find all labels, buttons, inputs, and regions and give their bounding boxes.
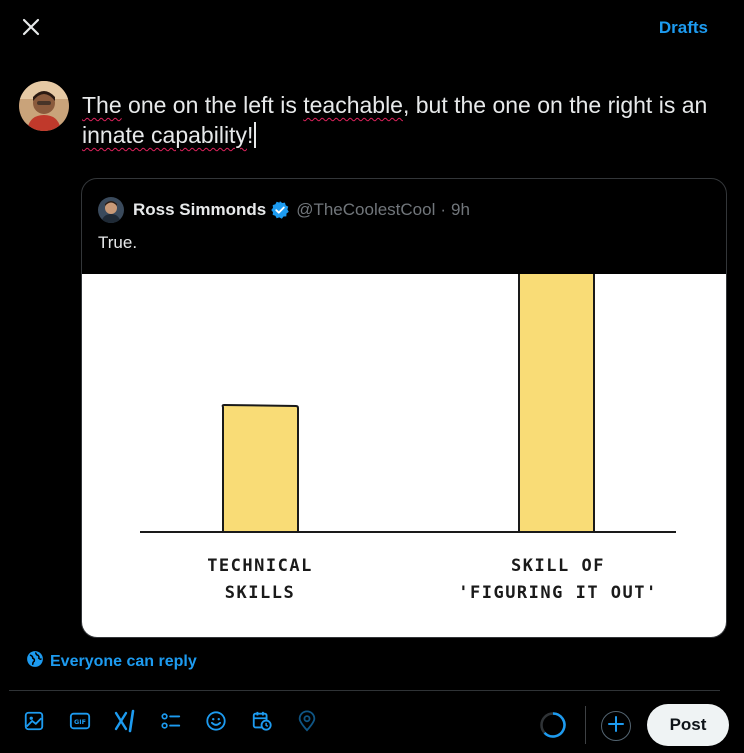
reply-setting-label: Everyone can reply [50, 652, 197, 670]
bar-label-line: SKILLS [225, 583, 295, 603]
media-button[interactable] [21, 710, 47, 736]
add-post-button[interactable] [601, 711, 631, 741]
quoted-post-image[interactable]: TECHNICAL SKILLS SKILL OF 'FIGURING IT O… [82, 271, 726, 637]
schedule-button[interactable] [249, 710, 275, 736]
globe-icon [26, 650, 50, 673]
gif-button[interactable]: GIF [67, 710, 93, 736]
close-icon [21, 17, 41, 42]
close-button[interactable] [14, 12, 48, 46]
location-icon [296, 710, 318, 737]
text-segment: , but the one on the right is an [402, 92, 708, 118]
divider [9, 690, 720, 691]
quoted-author-handle[interactable]: @TheCoolestCool [296, 200, 435, 220]
bar-label-line: SKILL OF [511, 556, 605, 576]
text-segment: ! [246, 122, 254, 148]
verified-badge-icon [270, 200, 290, 220]
grok-icon [113, 709, 137, 738]
quoted-post-header: Ross Simmonds @TheCoolestCool · 9h [98, 197, 470, 223]
text-caret [254, 122, 256, 148]
poll-icon [160, 710, 182, 737]
technical-skills-bar [221, 403, 299, 533]
toolbar-separator [585, 706, 586, 744]
quoted-post-time[interactable]: 9h [451, 200, 470, 220]
bar-label-line: 'FIGURING IT OUT' [458, 583, 658, 603]
quoted-author-name[interactable]: Ross Simmonds [133, 200, 266, 220]
grok-button[interactable] [112, 709, 138, 738]
poll-button[interactable] [158, 710, 184, 736]
post-button[interactable]: Post [647, 704, 729, 746]
reply-setting-button[interactable]: Everyone can reply [26, 650, 197, 673]
post-text-input[interactable]: The one on the left is teachable, but th… [82, 90, 732, 150]
bar-comic-illustration: TECHNICAL SKILLS SKILL OF 'FIGURING IT O… [140, 271, 676, 603]
figuring-it-out-bar [518, 271, 595, 533]
text-segment: one on the left is [121, 92, 304, 118]
character-count-ring [539, 711, 567, 739]
avatar[interactable] [19, 81, 69, 131]
quoted-post-card[interactable]: Ross Simmonds @TheCoolestCool · 9h True.… [81, 178, 727, 638]
emoji-icon [205, 710, 227, 737]
misspelled-word: The [82, 92, 122, 118]
quoted-author-avatar [98, 197, 124, 223]
image-icon [23, 710, 45, 737]
svg-text:GIF: GIF [73, 718, 85, 726]
gif-icon: GIF [69, 710, 91, 737]
composer-toolbar: GIF [21, 709, 340, 738]
plus-icon [607, 715, 625, 738]
emoji-button[interactable] [203, 710, 229, 736]
drafts-link[interactable]: Drafts [659, 18, 708, 38]
misspelled-word: innate capability [82, 122, 247, 148]
bar-label-line: TECHNICAL [207, 556, 313, 576]
misspelled-word: teachable [303, 92, 403, 118]
quoted-post-text: True. [98, 233, 138, 252]
schedule-icon [251, 710, 273, 737]
location-button[interactable] [294, 710, 320, 736]
dot-separator: · [440, 200, 447, 219]
